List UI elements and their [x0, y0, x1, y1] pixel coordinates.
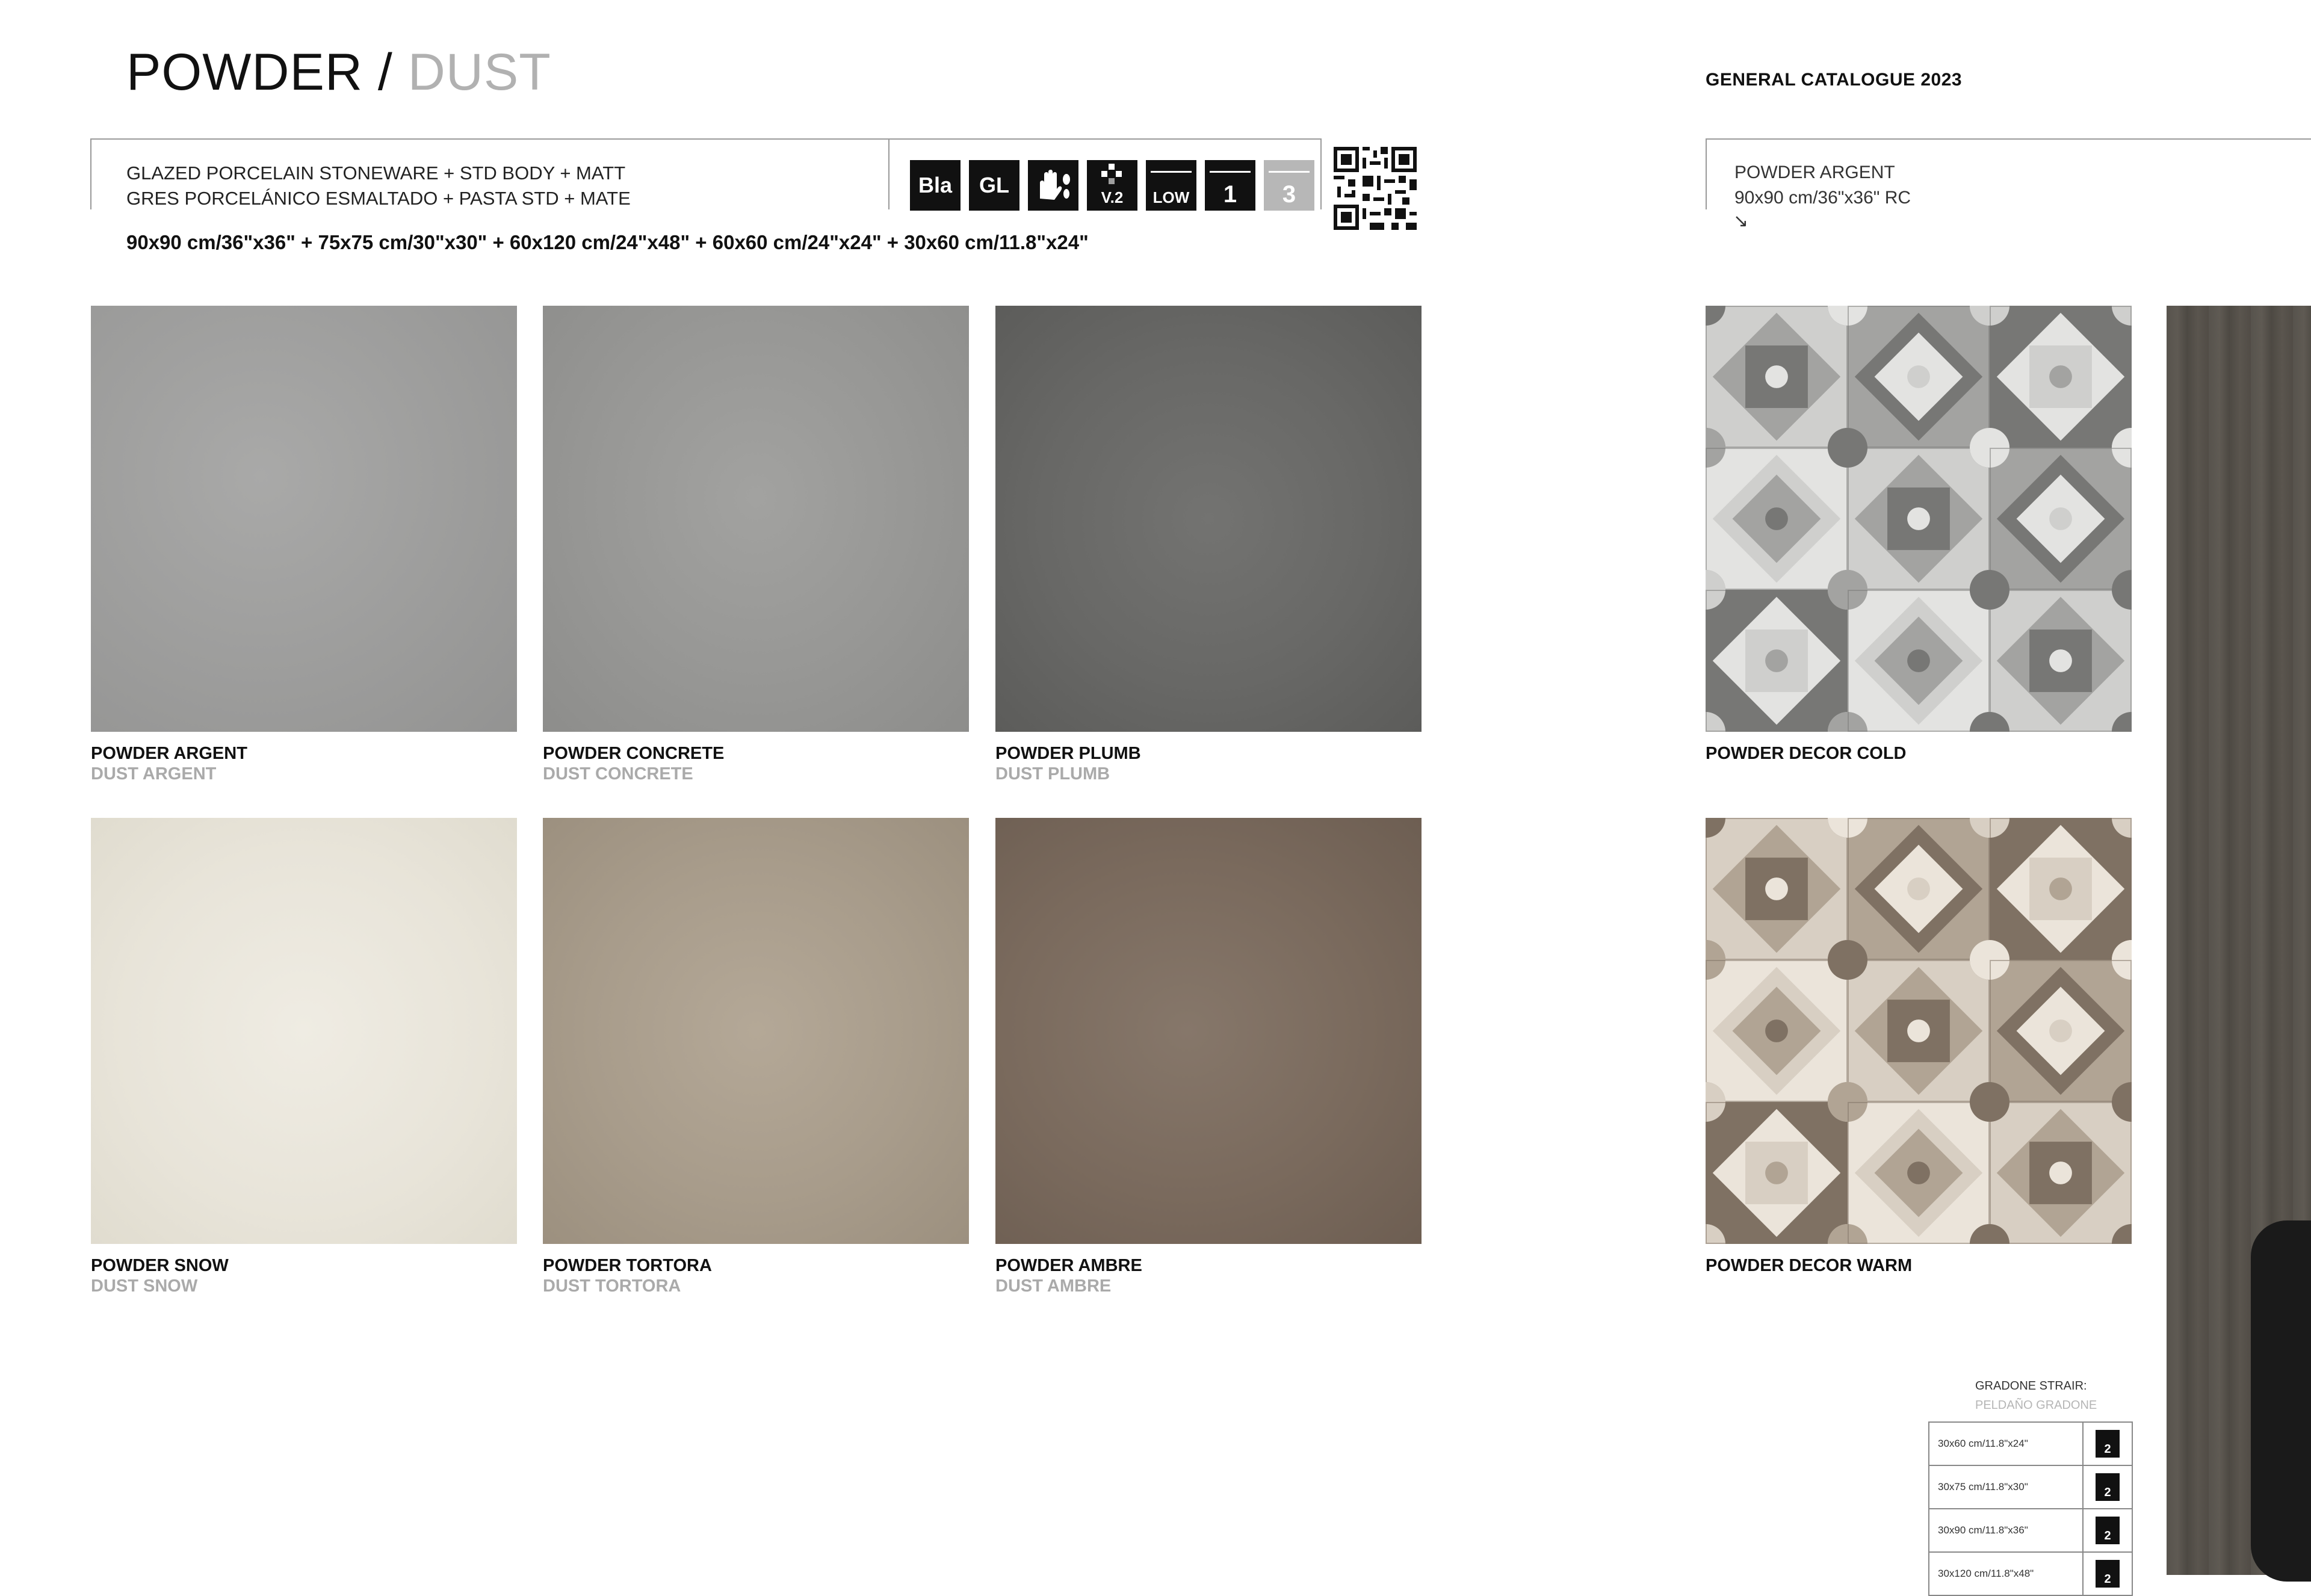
spec-divider [888, 138, 889, 209]
catalogue-label: GENERAL CATALOGUE 2023 [1706, 70, 1963, 90]
tile-subname: DUST TORTORA [543, 1276, 681, 1296]
title-separator: / [377, 43, 393, 101]
variation-icon: V.2 [1087, 160, 1137, 211]
tile-subname: DUST PLUMB [995, 764, 1110, 784]
stair-table: 30x60 cm/11.8"x24" 2 30x75 cm/11.8"x30" … [1928, 1421, 2133, 1596]
tile-powder-decor-cold[interactable] [1706, 306, 2132, 732]
ambient-photo [2167, 306, 2311, 1582]
tile-name: POWDER ARGENT [91, 744, 247, 763]
slip-low-icon: LOW [1146, 160, 1196, 211]
tile-subname: DUST SNOW [91, 1276, 198, 1296]
spec-line-spanish: GRES PORCELÁNICO ESMALTADO + PASTA STD +… [126, 188, 631, 209]
traffic-icon-cell: 2 [2082, 1466, 2132, 1508]
stair-size: 30x60 cm/11.8"x24" [1938, 1438, 2028, 1449]
badge-label: Bla [918, 173, 953, 197]
decor-name: POWDER DECOR COLD [1706, 744, 1907, 763]
bla-icon: Bla [910, 160, 961, 211]
stair-size: 30x120 cm/11.8"x48" [1938, 1568, 2034, 1579]
tile-powder-tortora[interactable] [543, 818, 969, 1244]
traffic-icon-cell: 2 [2082, 1553, 2132, 1595]
table-row: 30x60 cm/11.8"x24" 2 [1929, 1423, 2132, 1466]
tile-subname: DUST ARGENT [91, 764, 217, 784]
formats-line: 90x90 cm/36"x36" + 75x75 cm/30"x30" + 60… [126, 231, 1089, 253]
table-row: 30x120 cm/11.8"x48" 2 [1929, 1553, 2132, 1596]
hand-foot-icon [1028, 160, 1078, 211]
stair-size: 30x90 cm/11.8"x36" [1938, 1524, 2028, 1536]
traffic-icon-cell: 2 [2082, 1423, 2132, 1465]
tile-name: POWDER TORTORA [543, 1256, 712, 1275]
tile-subname: DUST AMBRE [995, 1276, 1112, 1296]
decor-name: POWDER DECOR WARM [1706, 1256, 1913, 1275]
table-row: 30x75 cm/11.8"x30" 2 [1929, 1466, 2132, 1509]
traffic-icon: 2 [2096, 1473, 2120, 1501]
traffic-icon: 2 [2096, 1560, 2120, 1588]
right-spec-name: POWDER ARGENT [1734, 162, 1895, 182]
spec-line-english: GLAZED PORCELAIN STONEWARE + STD BODY + … [126, 162, 626, 184]
shoe-bar-icon [1151, 162, 1192, 173]
table-row: 30x90 cm/11.8"x36" 2 [1929, 1509, 2132, 1553]
tile-powder-concrete[interactable] [543, 306, 969, 732]
stair-size: 30x75 cm/11.8"x30" [1938, 1481, 2028, 1492]
right-spec-format: 90x90 cm/36"x36" RC [1734, 188, 1911, 208]
arrow-down-right-icon: ↘ [1733, 211, 1749, 231]
badge-label: GL [979, 173, 1009, 197]
decor-pattern-cell [1969, 569, 2132, 732]
tile-powder-plumb[interactable] [995, 306, 1422, 732]
decor-pattern-cell [1969, 1081, 2132, 1244]
traffic-icon-cell: 2 [2082, 1509, 2132, 1551]
tile-powder-decor-warm[interactable] [1706, 818, 2132, 1244]
stair-subtitle: PELDAÑO GRADONE [1975, 1399, 2097, 1412]
tile-name: POWDER CONCRETE [543, 744, 725, 763]
chair-image [2251, 1220, 2311, 1582]
tile-name: POWDER PLUMB [995, 744, 1141, 763]
shoe-bar-icon [1269, 162, 1310, 173]
traffic-1-icon: 1 [1205, 160, 1255, 211]
tile-powder-argent[interactable] [91, 306, 517, 732]
technical-badges: Bla GL V.2 LOW 1 3 [910, 160, 1314, 211]
tile-powder-snow[interactable] [91, 818, 517, 1244]
traffic-3-icon: 3 [1264, 160, 1314, 211]
traffic-icon: 2 [2096, 1430, 2120, 1458]
badge-label: 1 [1223, 181, 1237, 208]
tile-name: POWDER AMBRE [995, 1256, 1142, 1275]
badge-label: 3 [1282, 181, 1296, 208]
shoe-bar-icon [1210, 162, 1251, 173]
stair-title: GRADONE STRAIR: [1975, 1379, 2087, 1393]
badge-label: V.2 [1101, 188, 1124, 206]
tile-powder-ambre[interactable] [995, 818, 1422, 1244]
gl-icon: GL [969, 160, 1019, 211]
qr-code-icon[interactable] [1334, 147, 1417, 230]
traffic-icon: 2 [2096, 1517, 2120, 1544]
tile-subname: DUST CONCRETE [543, 764, 693, 784]
page-title: POWDER / DUST [126, 42, 551, 102]
tile-name: POWDER SNOW [91, 1256, 229, 1275]
title-powder: POWDER [126, 43, 363, 101]
badge-label: LOW [1152, 188, 1190, 206]
title-dust: DUST [407, 43, 551, 101]
